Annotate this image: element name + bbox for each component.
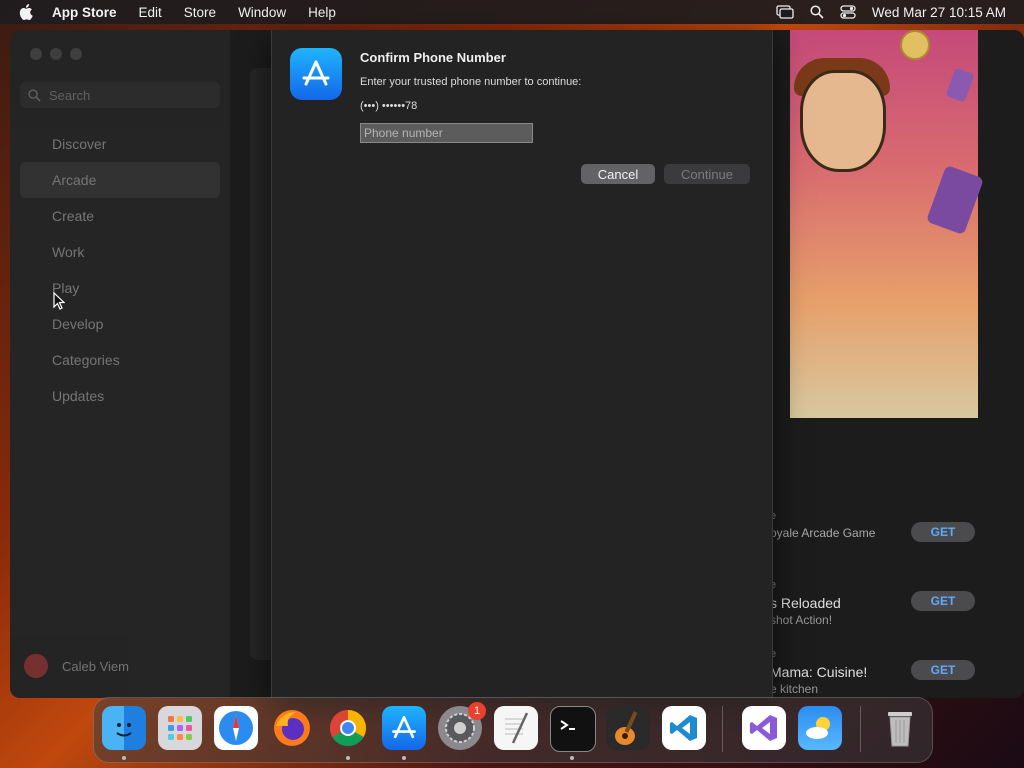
terminal-icon[interactable] [550, 706, 596, 752]
search-icon [28, 88, 41, 102]
gem-graphic-large [925, 164, 985, 236]
cancel-button[interactable]: Cancel [581, 164, 655, 184]
menu-edit[interactable]: Edit [139, 5, 162, 20]
get-button[interactable]: GET [911, 660, 975, 680]
running-indicator [346, 756, 350, 760]
system-settings-icon[interactable]: 1 [438, 702, 486, 750]
dock: 1 [93, 697, 933, 763]
textedit-icon[interactable] [494, 706, 538, 750]
chrome-icon[interactable] [326, 706, 370, 750]
sidebar-item-work[interactable]: Work [20, 234, 220, 270]
running-indicator [402, 756, 406, 760]
firefox-icon[interactable] [270, 706, 314, 750]
trash-icon[interactable] [878, 706, 922, 750]
sidebar-item-create[interactable]: Create [20, 198, 220, 234]
menu-bar: App Store Edit Store Window Help Wed Mar… [0, 0, 1024, 24]
notification-badge: 1 [468, 702, 486, 720]
continue-button[interactable]: Continue [664, 164, 750, 184]
phone-number-input[interactable] [360, 123, 533, 143]
weather-icon[interactable] [798, 706, 842, 750]
sidebar-item-discover[interactable]: Discover [20, 126, 220, 162]
zoom-window-button[interactable] [70, 48, 82, 60]
game-description: oyale Arcade Game [770, 526, 876, 540]
sidebar-nav: Discover Arcade Create Work Play Develop… [20, 126, 220, 414]
menu-app-name[interactable]: App Store [52, 5, 117, 20]
game-list-item-2[interactable]: e s Reloaded shot Action! GET [770, 579, 1010, 629]
masked-phone-number: (•••) ••••••78 [360, 100, 418, 112]
game-description: e kitchen [770, 682, 819, 696]
apple-menu-icon[interactable] [14, 4, 38, 20]
dock-separator [860, 706, 861, 752]
mouse-cursor-icon [53, 291, 66, 315]
spotlight-search-icon[interactable] [810, 5, 824, 19]
close-window-button[interactable] [30, 48, 42, 60]
featured-game-banner[interactable] [790, 30, 985, 418]
minimize-window-button[interactable] [50, 48, 62, 60]
get-button[interactable]: GET [911, 591, 975, 611]
dock-separator [722, 706, 723, 752]
game-description: shot Action! [770, 613, 833, 627]
account-button[interactable]: Caleb Viem [24, 654, 129, 678]
sidebar: Search Discover Arcade Create Work Play … [10, 30, 230, 698]
finder-icon[interactable] [102, 706, 146, 750]
user-name: Caleb Viem [62, 658, 129, 674]
confirm-phone-dialog: Confirm Phone Number Enter your trusted … [271, 30, 773, 698]
sidebar-item-play[interactable]: Play [20, 270, 220, 306]
game-list-item-1[interactable]: e oyale Arcade Game GET [770, 510, 1010, 560]
sidebar-item-develop[interactable]: Develop [20, 306, 220, 342]
control-center-icon[interactable] [840, 5, 856, 19]
app-store-icon[interactable] [382, 706, 426, 750]
get-button[interactable]: GET [911, 522, 975, 542]
safari-icon[interactable] [214, 706, 258, 750]
coin-graphic [900, 30, 930, 60]
menu-store[interactable]: Store [184, 5, 216, 20]
screen-mirroring-icon[interactable] [776, 5, 794, 19]
sidebar-item-categories[interactable]: Categories [20, 342, 220, 378]
game-title: s Reloaded [770, 595, 841, 611]
visual-studio-icon[interactable] [742, 706, 786, 750]
search-placeholder: Search [49, 87, 91, 103]
sidebar-item-updates[interactable]: Updates [20, 378, 220, 414]
garageband-icon[interactable] [606, 706, 650, 750]
running-indicator [570, 756, 574, 760]
game-list-item-3[interactable]: e Mama: Cuisine! e kitchen GET [770, 648, 1010, 698]
menu-window[interactable]: Window [238, 5, 286, 20]
menu-help[interactable]: Help [308, 5, 336, 20]
sidebar-item-arcade[interactable]: Arcade [20, 162, 220, 198]
app-store-icon [290, 48, 342, 100]
menu-clock[interactable]: Wed Mar 27 10:15 AM [872, 5, 1006, 20]
avatar [24, 654, 48, 678]
window-controls [30, 48, 90, 60]
gem-graphic-small [945, 67, 975, 103]
dialog-title: Confirm Phone Number [360, 50, 506, 65]
game-title: Mama: Cuisine! [770, 664, 868, 680]
vscode-icon[interactable] [662, 706, 706, 750]
launchpad-icon[interactable] [158, 706, 202, 750]
character-face-graphic [800, 70, 886, 172]
sidebar-search-field[interactable]: Search [20, 82, 220, 108]
running-indicator [122, 756, 126, 760]
dialog-message: Enter your trusted phone number to conti… [360, 76, 582, 88]
